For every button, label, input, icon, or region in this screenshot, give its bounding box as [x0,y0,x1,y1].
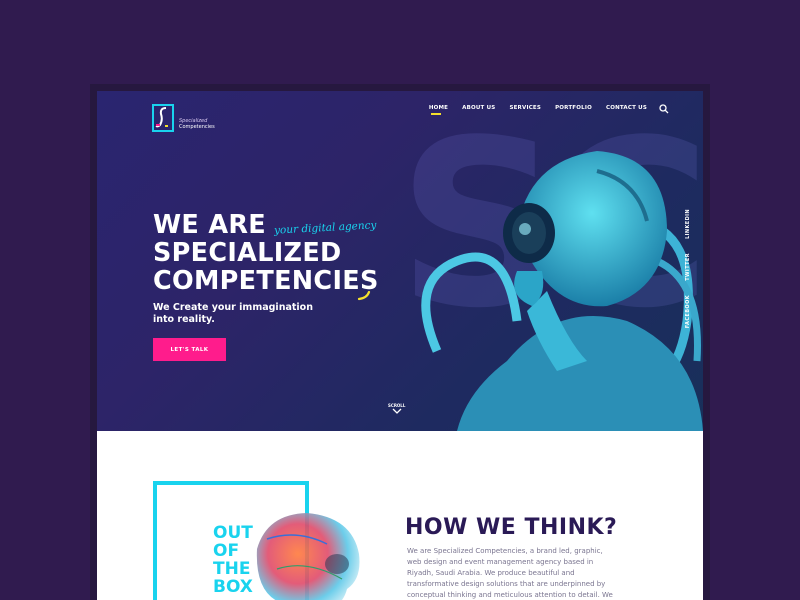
lets-talk-button[interactable]: LET'S TALK [153,338,226,361]
search-icon[interactable] [659,104,669,114]
section-paragraph: We are Specialized Competencies, a brand… [407,547,613,599]
hero-subtitle: We Create your immagination into reality… [153,302,313,325]
logo-s-icon[interactable] [152,104,174,132]
browser-frame: SC [90,84,710,600]
nav-item-portfolio[interactable]: PORTFOLIO [555,105,592,111]
skull-image [256,513,360,600]
social-link-linkedin[interactable]: LINKEDIN [685,209,691,239]
chevron-down-icon [392,408,402,414]
out-of-the-box-text: OUT OF THE BOX [213,523,253,597]
social-links: LINKEDIN TWITTER FACEBOOK [685,209,691,328]
social-link-twitter[interactable]: TWITTER [685,253,691,281]
scroll-indicator[interactable]: SCROLL [388,403,405,416]
nav-item-home[interactable]: HOME [429,105,448,115]
nav-item-about-us[interactable]: ABOUT US [462,105,495,111]
nav-item-services[interactable]: SERVICES [509,105,541,111]
section-heading: HOW WE THINK? [405,515,618,540]
brand-name: Specialized Competencies [179,118,215,130]
nav-item-contact-us[interactable]: CONTACT US [606,105,647,111]
main-nav: HOME ABOUT US SERVICES PORTFOLIO CONTACT… [429,105,647,115]
how-we-think-section: OUT OF THE BOX HOW WE THINK? We are Spec… [97,431,703,600]
hero-section: SC [97,91,703,431]
social-link-facebook[interactable]: FACEBOOK [685,295,691,328]
gas-mask-figure-image [421,151,703,431]
swoosh-accent-icon [357,291,371,301]
